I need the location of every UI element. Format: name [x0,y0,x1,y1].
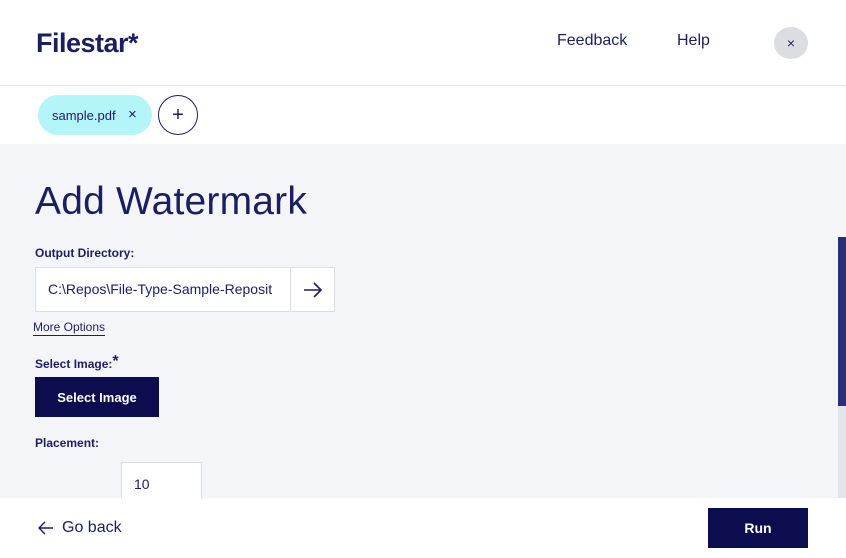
arrow-left-icon [38,521,54,535]
add-file-button[interactable]: + [158,95,198,135]
run-button[interactable]: Run [708,508,808,548]
browse-directory-button[interactable] [290,267,335,312]
arrow-right-icon [303,281,322,298]
app-logo: Filestar* [36,28,139,58]
placement-label: Placement: [35,436,100,450]
required-marker: * [112,353,119,370]
select-image-label: Select Image:* [35,353,119,373]
scrollbar-thumb[interactable] [838,237,846,406]
close-button[interactable]: × [774,27,808,59]
page-title: Add Watermark [35,180,308,223]
select-image-label-text: Select Image: [35,357,113,371]
select-image-button[interactable]: Select Image [35,377,159,417]
file-chip-label: sample.pdf [52,107,116,123]
remove-file-icon[interactable]: × [128,106,137,123]
more-options-link[interactable]: More Options [33,320,106,336]
close-icon: × [786,35,796,51]
file-chip[interactable]: sample.pdf × [38,95,152,135]
footer-bar: Go back Run [0,498,846,558]
go-back-button[interactable]: Go back [38,519,122,537]
go-back-label: Go back [62,519,122,536]
tool-panel: Add Watermark Output Directory: C:\Repos… [0,144,846,498]
placement-input[interactable]: 10 [121,462,202,498]
file-tabs-bar: sample.pdf × + [0,86,846,144]
help-link[interactable]: Help [677,32,710,50]
output-directory-label: Output Directory: [35,246,135,260]
output-directory-input[interactable]: C:\Repos\File-Type-Sample-Reposit [35,267,291,312]
plus-icon: + [172,103,184,126]
app-header: Filestar* Feedback Help × [0,0,846,86]
feedback-link[interactable]: Feedback [557,32,627,50]
